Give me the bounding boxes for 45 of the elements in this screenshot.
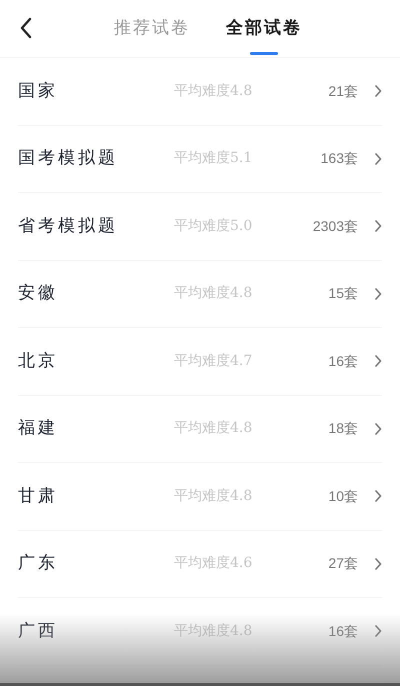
- back-icon: [19, 17, 33, 39]
- difficulty-text: 平均难度4.8: [174, 82, 254, 101]
- list-row[interactable]: 省考模拟题 平均难度5.0 2303套: [18, 193, 382, 260]
- chevron-right-icon: [374, 422, 382, 435]
- difficulty-text: 平均难度4.7: [174, 352, 254, 371]
- tab[interactable]: 全部试卷: [226, 0, 302, 57]
- difficulty-text: 平均难度5.0: [174, 216, 254, 236]
- count-text: 27套: [327, 554, 358, 574]
- chevron-right-icon: [374, 220, 382, 232]
- list-row[interactable]: 国考模拟题 平均难度5.1 163套: [18, 126, 382, 193]
- count-text: 16套: [327, 622, 358, 641]
- category-name: 广东: [18, 552, 59, 575]
- count-text: 15套: [327, 284, 358, 304]
- chevron-right-icon: [374, 85, 382, 98]
- list-row[interactable]: 国家 平均难度4.8 21套: [18, 58, 382, 126]
- count-text: 21套: [327, 82, 358, 101]
- category-name: 省考模拟题: [18, 214, 119, 238]
- category-name: 北京: [18, 350, 59, 372]
- category-name: 广西: [18, 620, 59, 642]
- chevron-right-icon: [374, 490, 382, 502]
- difficulty-text: 平均难度4.8: [174, 419, 254, 438]
- list-row[interactable]: 安徽 平均难度4.8 15套: [18, 260, 382, 328]
- category-name: 福建: [18, 417, 59, 440]
- list-row[interactable]: 甘肃 平均难度4.8 10套: [18, 463, 382, 530]
- category-name: 安徽: [18, 282, 59, 305]
- count-text: 18套: [327, 419, 358, 438]
- list-row[interactable]: 广东 平均难度4.6 27套: [18, 530, 382, 598]
- chevron-right-icon: [374, 152, 382, 165]
- category-name: 国考模拟题: [18, 147, 119, 170]
- list-row[interactable]: 北京 平均难度4.7 16套: [18, 328, 382, 396]
- category-name: 国家: [18, 80, 59, 102]
- difficulty-text: 平均难度5.1: [174, 149, 254, 168]
- list-row[interactable]: 福建 平均难度4.8 18套: [18, 396, 382, 463]
- chevron-right-icon: [374, 355, 382, 368]
- difficulty-text: 平均难度4.8: [174, 486, 254, 506]
- chevron-right-icon: [374, 288, 382, 300]
- chevron-right-icon: [374, 558, 382, 570]
- difficulty-text: 平均难度4.8: [174, 284, 254, 304]
- count-text: 163套: [320, 149, 358, 168]
- count-text: 2303套: [312, 216, 358, 236]
- category-name: 甘肃: [18, 484, 59, 508]
- difficulty-text: 平均难度4.6: [174, 554, 254, 574]
- count-text: 16套: [327, 352, 358, 371]
- chevron-right-icon: [374, 625, 382, 638]
- count-text: 10套: [327, 486, 358, 506]
